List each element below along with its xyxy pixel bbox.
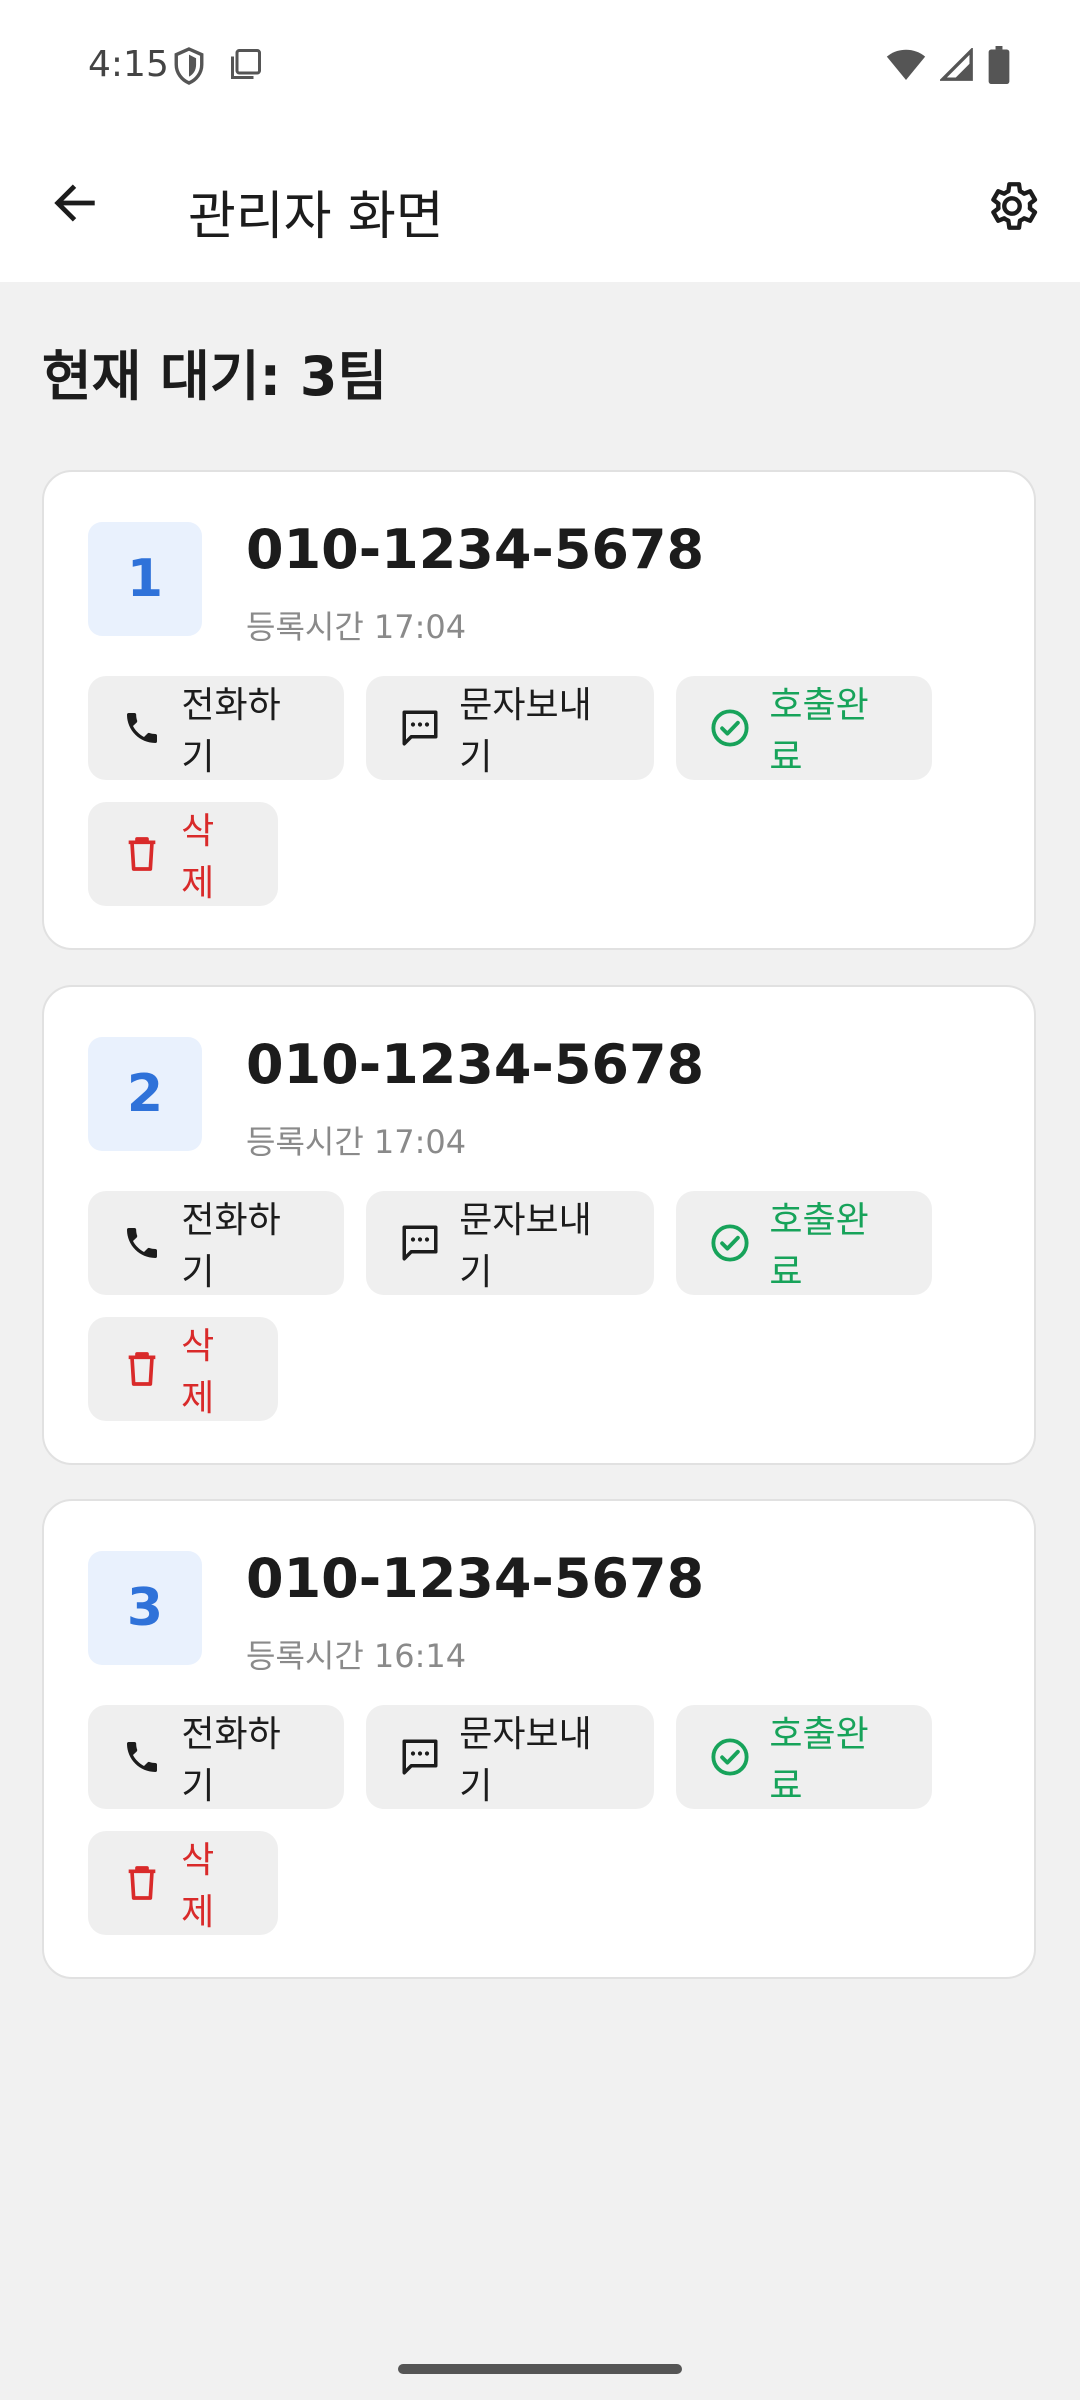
- check-circle-icon: [708, 1735, 751, 1779]
- page-title: 관리자 화면: [188, 187, 444, 247]
- call-button-label: 전화하기: [181, 1714, 281, 1807]
- message-icon: [398, 1735, 441, 1779]
- delete-button-label: 삭제: [181, 811, 215, 904]
- wifi-icon: [886, 48, 926, 86]
- waiting-count-heading: 현재 대기: 3팀: [42, 345, 388, 408]
- registration-time: 등록시간 16:14: [246, 1637, 467, 1675]
- queue-number-badge: 1: [88, 522, 202, 636]
- call-complete-button[interactable]: 호출완료: [676, 676, 932, 780]
- gear-icon: [983, 177, 1041, 239]
- sms-button-label: 문자보내기: [459, 1714, 592, 1807]
- status-time: 4:15: [88, 44, 169, 85]
- check-circle-icon: [708, 706, 751, 750]
- call-complete-button-label: 호출완료: [769, 1200, 869, 1293]
- delete-button[interactable]: 삭제: [88, 802, 278, 906]
- queue-card: 1 010-1234-5678 등록시간 17:04 전화하기 문자보내기 호출…: [42, 470, 1036, 950]
- call-button[interactable]: 전화하기: [88, 1705, 344, 1809]
- call-button[interactable]: 전화하기: [88, 1191, 344, 1295]
- signal-icon: [938, 46, 974, 86]
- queue-number-badge: 2: [88, 1037, 202, 1151]
- registration-time: 등록시간 17:04: [246, 608, 467, 646]
- trash-icon: [120, 1861, 163, 1905]
- call-complete-button[interactable]: 호출완료: [676, 1191, 932, 1295]
- battery-icon: [988, 46, 1010, 88]
- message-icon: [398, 706, 441, 750]
- settings-button[interactable]: [974, 170, 1050, 246]
- sms-button[interactable]: 문자보내기: [366, 1191, 654, 1295]
- status-bar: 4:15: [0, 0, 1080, 140]
- check-circle-icon: [708, 1221, 751, 1265]
- phone-number: 010-1234-5678: [246, 1033, 705, 1096]
- delete-button[interactable]: 삭제: [88, 1317, 278, 1421]
- shield-icon: [172, 46, 206, 90]
- call-button-label: 전화하기: [181, 1200, 281, 1293]
- message-icon: [398, 1221, 441, 1265]
- call-complete-button-label: 호출완료: [769, 1714, 869, 1807]
- call-button[interactable]: 전화하기: [88, 676, 344, 780]
- phone-number: 010-1234-5678: [246, 518, 705, 581]
- sms-button[interactable]: 문자보내기: [366, 676, 654, 780]
- app-bar: 관리자 화면: [0, 140, 1080, 282]
- delete-button-label: 삭제: [181, 1326, 215, 1419]
- trash-icon: [120, 1347, 163, 1391]
- phone-icon: [120, 706, 163, 750]
- call-complete-button-label: 호출완료: [769, 685, 869, 778]
- back-button[interactable]: [40, 170, 110, 240]
- call-complete-button[interactable]: 호출완료: [676, 1705, 932, 1809]
- sms-button-label: 문자보내기: [459, 1200, 592, 1293]
- delete-button-label: 삭제: [181, 1840, 215, 1933]
- sms-button[interactable]: 문자보내기: [366, 1705, 654, 1809]
- queue-card: 3 010-1234-5678 등록시간 16:14 전화하기 문자보내기 호출…: [42, 1499, 1036, 1979]
- delete-button[interactable]: 삭제: [88, 1831, 278, 1935]
- phone-icon: [120, 1221, 163, 1265]
- arrow-left-icon: [49, 177, 101, 233]
- screen-icon: [228, 46, 264, 90]
- sms-button-label: 문자보내기: [459, 685, 592, 778]
- phone-number: 010-1234-5678: [246, 1547, 705, 1610]
- home-indicator[interactable]: [398, 2364, 682, 2374]
- phone-icon: [120, 1735, 163, 1779]
- queue-number-badge: 3: [88, 1551, 202, 1665]
- queue-card: 2 010-1234-5678 등록시간 17:04 전화하기 문자보내기 호출…: [42, 985, 1036, 1465]
- call-button-label: 전화하기: [181, 685, 281, 778]
- registration-time: 등록시간 17:04: [246, 1123, 467, 1161]
- trash-icon: [120, 832, 163, 876]
